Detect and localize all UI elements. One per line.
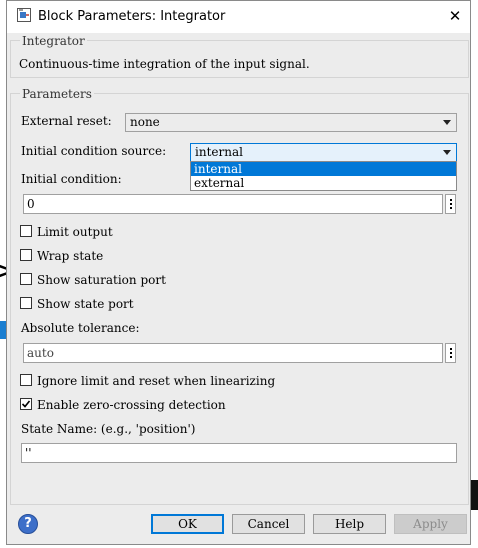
show-state-port-checkbox[interactable] [20, 297, 32, 309]
absolute-tolerance-label: Absolute tolerance: [21, 321, 140, 335]
absolute-tolerance-more-button[interactable] [445, 343, 456, 363]
state-name-label: State Name: (e.g., 'position') [21, 422, 196, 436]
absolute-tolerance-field[interactable]: auto [23, 343, 443, 363]
background-text-fragment [470, 480, 478, 510]
chevron-down-icon [443, 150, 451, 155]
absolute-tolerance-value: auto [27, 346, 54, 360]
initial-condition-field[interactable]: 0 [23, 194, 443, 214]
parameters-legend: Parameters [20, 87, 94, 101]
chevron-down-icon [443, 120, 451, 125]
initial-condition-label: Initial condition: [21, 172, 122, 186]
simulink-block-icon [17, 8, 31, 22]
external-reset-value: none [130, 115, 160, 129]
show-saturation-port-label: Show saturation port [37, 273, 166, 287]
zero-crossing-label: Enable zero-crossing detection [37, 398, 226, 412]
ignore-limit-label: Ignore limit and reset when linearizing [37, 374, 276, 388]
limit-output-checkbox[interactable] [20, 225, 32, 237]
initial-condition-value: 0 [27, 197, 35, 211]
external-reset-label: External reset: [21, 114, 112, 128]
show-state-port-label: Show state port [37, 297, 134, 311]
zero-crossing-checkbox[interactable] [20, 398, 32, 410]
show-saturation-port-checkbox[interactable] [20, 273, 32, 285]
cancel-button[interactable]: Cancel [232, 514, 305, 534]
close-icon[interactable]: ✕ [445, 6, 465, 26]
initial-condition-source-label: Initial condition source: [21, 144, 167, 158]
wrap-state-checkbox[interactable] [20, 249, 32, 261]
external-reset-dropdown[interactable]: none [125, 113, 457, 132]
initial-condition-source-value: internal [195, 145, 243, 159]
initial-condition-more-button[interactable] [445, 194, 456, 214]
dropdown-option-internal[interactable]: internal [191, 162, 456, 176]
dialog-window: Block Parameters: Integrator ✕ Integrato… [6, 0, 471, 545]
state-name-field[interactable]: '' [21, 443, 457, 463]
help-button[interactable]: Help [313, 514, 386, 534]
title-bar: Block Parameters: Integrator ✕ [7, 1, 470, 33]
checkmark-icon [21, 400, 31, 408]
description-legend: Integrator [20, 34, 87, 48]
ignore-limit-checkbox[interactable] [20, 374, 32, 386]
limit-output-label: Limit output [37, 225, 113, 239]
dropdown-list: internal external [190, 161, 457, 191]
ok-button[interactable]: OK [151, 514, 224, 534]
apply-button[interactable]: Apply [394, 514, 467, 534]
dropdown-option-external[interactable]: external [191, 176, 456, 190]
block-description: Continuous-time integration of the input… [19, 57, 310, 71]
state-name-value: '' [25, 446, 32, 460]
help-icon[interactable]: ? [18, 514, 38, 534]
help-icon-glyph: ? [24, 516, 32, 531]
window-title: Block Parameters: Integrator [38, 9, 226, 24]
initial-condition-source-dropdown[interactable]: internal [190, 143, 457, 162]
wrap-state-label: Wrap state [37, 249, 104, 263]
